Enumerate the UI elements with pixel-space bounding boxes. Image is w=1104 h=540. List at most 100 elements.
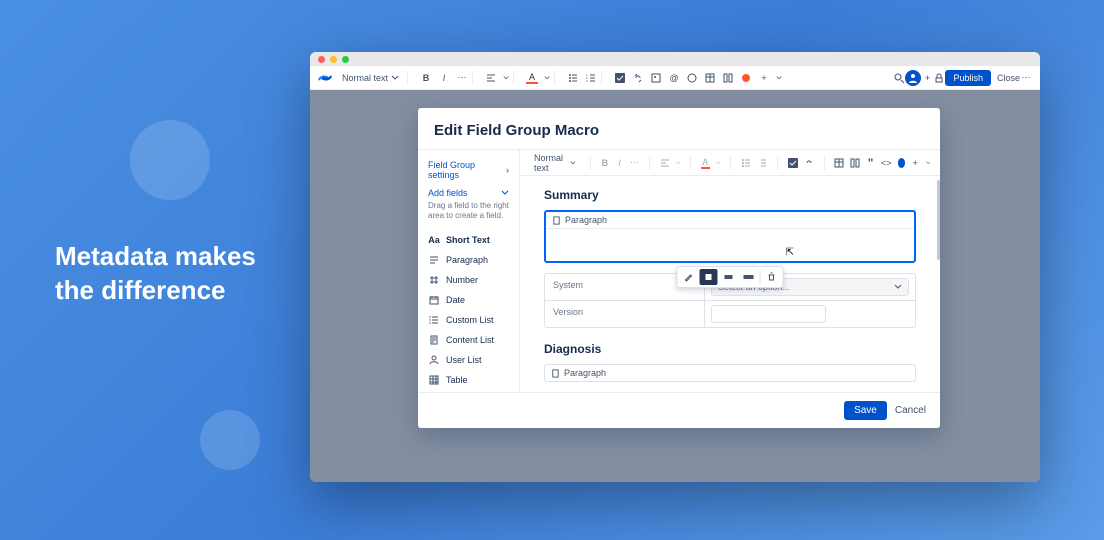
svg-text:3: 3 — [586, 79, 588, 83]
chevron-down-icon — [503, 75, 509, 81]
table-icon[interactable] — [834, 157, 844, 169]
field-label: Paragraph — [446, 255, 488, 265]
version-label: Version — [545, 301, 705, 327]
field-type-date[interactable]: Date — [428, 290, 509, 310]
text-color-icon[interactable]: A — [526, 72, 538, 84]
info-icon[interactable] — [898, 158, 905, 168]
plus-icon[interactable]: + — [911, 157, 920, 169]
more-format-icon[interactable]: ⋯ — [456, 72, 468, 84]
macro-icon[interactable] — [740, 72, 752, 84]
editor-toolbar: Normal text B I ⋯ A — [520, 150, 940, 176]
floating-toolbar — [677, 266, 784, 288]
layout-icon[interactable] — [850, 157, 860, 169]
action-item-icon[interactable] — [788, 157, 798, 169]
image-icon[interactable] — [650, 72, 662, 84]
chevron-down-icon — [926, 160, 930, 166]
hero-headline: Metadata makes the difference — [55, 240, 256, 308]
quote-icon[interactable]: " — [866, 157, 875, 169]
bold-icon[interactable]: B — [600, 157, 609, 169]
number-list-icon[interactable]: 123 — [585, 72, 597, 84]
paragraph-field-2[interactable]: Paragraph — [544, 364, 916, 382]
field-label: Content List — [446, 335, 494, 345]
cancel-button[interactable]: Cancel — [895, 405, 926, 416]
field-label: Number — [446, 275, 478, 285]
plus-icon[interactable]: + — [758, 72, 770, 84]
layout-center-icon[interactable] — [700, 269, 718, 285]
hero-line-1: Metadata makes — [55, 240, 256, 274]
text-style-select[interactable]: Normal text — [338, 71, 403, 85]
diagnosis-heading: Diagnosis — [544, 342, 916, 356]
field-type-content-list[interactable]: Content List — [428, 330, 509, 350]
paragraph-textarea[interactable]: ⇱ — [546, 229, 914, 261]
field-type-number[interactable]: Number — [428, 270, 509, 290]
document-icon — [428, 334, 440, 346]
hero-line-2: the difference — [55, 274, 256, 308]
layout-wide-icon[interactable] — [720, 269, 738, 285]
lock-icon[interactable] — [933, 72, 945, 84]
text-style-label: Normal text — [534, 153, 567, 173]
edit-macro-modal: Edit Field Group Macro Field Group setti… — [418, 108, 940, 428]
more-icon[interactable]: ⋯ — [1020, 72, 1032, 84]
field-group-settings-link[interactable]: Field Group settings › — [428, 160, 509, 180]
text-style-label: Normal text — [342, 73, 388, 83]
align-icon[interactable] — [660, 157, 670, 169]
paragraph-label: Paragraph — [564, 368, 606, 378]
modal-footer: Save Cancel — [418, 392, 940, 428]
add-fields-hint: Drag a field to the right area to create… — [428, 201, 509, 222]
summary-heading: Summary — [544, 188, 916, 202]
user-avatar-icon[interactable] — [905, 70, 921, 86]
user-icon — [428, 354, 440, 366]
field-type-paragraph[interactable]: Paragraph — [428, 250, 509, 270]
mac-minimize-icon[interactable] — [330, 56, 337, 63]
layout-icon[interactable] — [722, 72, 734, 84]
italic-icon[interactable]: I — [615, 157, 624, 169]
publish-button[interactable]: Publish — [945, 70, 991, 86]
more-icon[interactable]: ⋯ — [630, 157, 639, 169]
edit-icon[interactable] — [680, 269, 698, 285]
version-input[interactable] — [711, 305, 826, 323]
scrollbar[interactable] — [937, 180, 940, 260]
chevron-down-icon — [894, 283, 902, 291]
short-text-icon: Aa — [428, 234, 440, 246]
field-type-short-text[interactable]: Aa Short Text — [428, 230, 509, 250]
action-item-icon[interactable] — [614, 72, 626, 84]
field-type-user-list[interactable]: User List — [428, 350, 509, 370]
chevron-down-icon — [544, 75, 550, 81]
search-icon[interactable] — [893, 72, 905, 84]
layout-full-icon[interactable] — [740, 269, 758, 285]
bullet-list-icon[interactable] — [567, 72, 579, 84]
save-button[interactable]: Save — [844, 401, 887, 420]
invite-icon[interactable]: + — [921, 72, 933, 84]
text-color-icon[interactable]: A — [701, 157, 710, 169]
paragraph-label: Paragraph — [565, 215, 607, 225]
number-icon — [428, 274, 440, 286]
number-list-icon[interactable] — [757, 157, 767, 169]
add-fields-toggle[interactable]: Add fields — [428, 188, 509, 198]
table-icon[interactable] — [704, 72, 716, 84]
align-icon[interactable] — [485, 72, 497, 84]
chevron-down-icon — [776, 75, 782, 81]
italic-icon[interactable]: I — [438, 72, 450, 84]
confluence-logo-icon — [318, 71, 332, 85]
mention-icon[interactable]: @ — [668, 72, 680, 84]
emoji-icon[interactable] — [686, 72, 698, 84]
bold-icon[interactable]: B — [420, 72, 432, 84]
modal-main: Normal text B I ⋯ A — [520, 150, 940, 392]
link-icon[interactable] — [632, 72, 644, 84]
editor-text-style-select[interactable]: Normal text — [530, 151, 580, 175]
link-icon[interactable] — [804, 157, 814, 169]
field-label: Short Text — [446, 235, 490, 245]
code-icon[interactable]: <> — [881, 157, 892, 169]
field-type-table[interactable]: Table — [428, 370, 509, 390]
field-type-custom-list[interactable]: Custom List — [428, 310, 509, 330]
chevron-down-icon — [570, 159, 576, 167]
bullet-list-icon[interactable] — [741, 157, 751, 169]
table-icon — [428, 374, 440, 386]
table-row: Version — [545, 301, 915, 327]
mac-close-icon[interactable] — [318, 56, 325, 63]
close-button[interactable]: Close — [997, 73, 1020, 83]
mac-zoom-icon[interactable] — [342, 56, 349, 63]
delete-icon[interactable] — [763, 269, 781, 285]
paragraph-field-selected[interactable]: Paragraph ⇱ — [544, 210, 916, 263]
chevron-down-icon — [391, 74, 399, 82]
